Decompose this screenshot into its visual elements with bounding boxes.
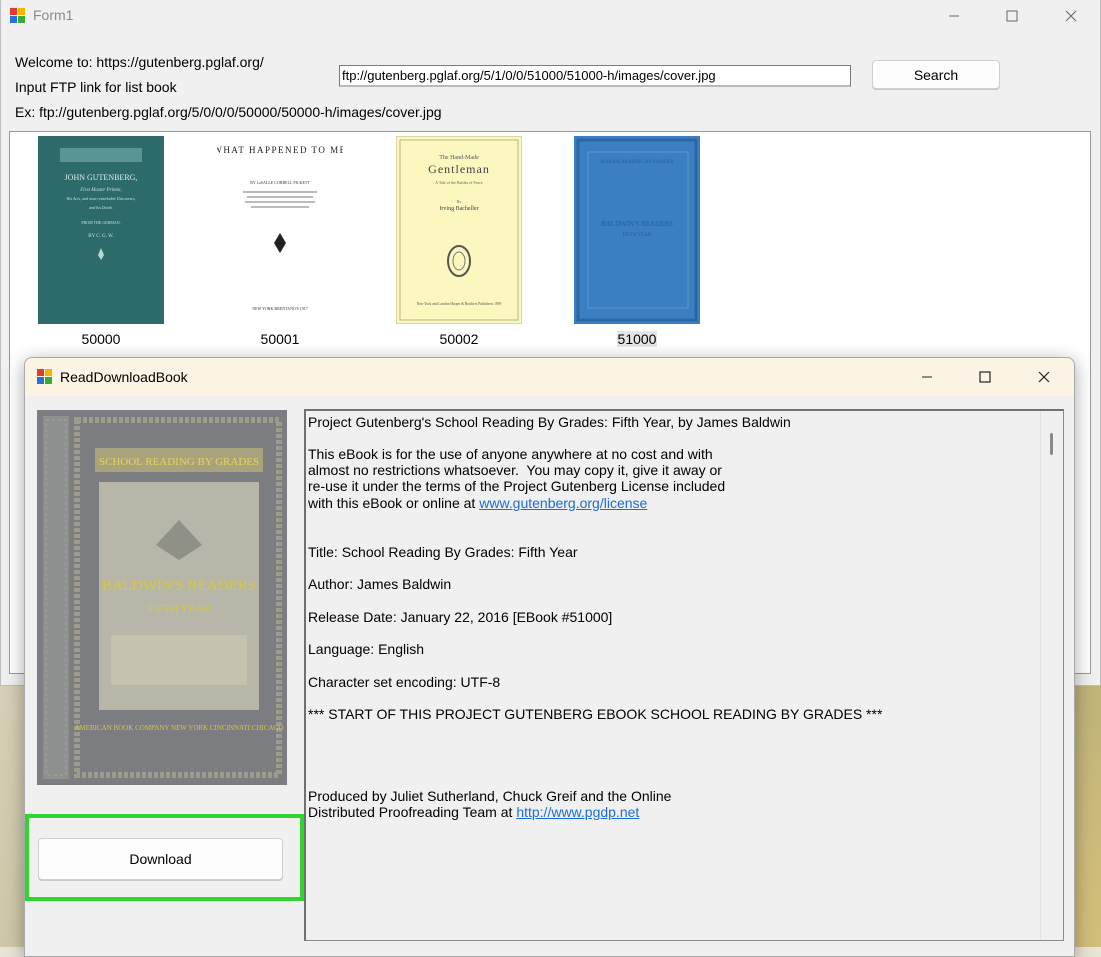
minimize-icon <box>922 376 932 378</box>
cover-text: FIFTH YEAR <box>623 233 652 238</box>
text-line: Author: James Baldwin <box>308 576 452 592</box>
text-line: This eBook is for the use of anyone anyw… <box>308 446 713 462</box>
pgdp-link[interactable]: http://www.pgdp.net <box>516 804 639 820</box>
book-id-label: 50000 <box>81 331 121 347</box>
cover-text: SCHOOL READING BY GRADES <box>601 160 674 165</box>
close-icon <box>1038 371 1050 383</box>
list-item[interactable]: SCHOOL READING BY GRADES BALDWIN'S READE… <box>574 136 700 347</box>
reader-title-bar[interactable]: ReadDownloadBook <box>25 358 1074 396</box>
app-icon <box>37 369 53 385</box>
close-button[interactable] <box>1048 0 1094 32</box>
cover-text: FROM THE GERMAN. <box>81 220 120 225</box>
license-link[interactable]: www.gutenberg.org/license <box>479 495 647 511</box>
text-line: re-use it under the terms of the Project… <box>308 478 726 494</box>
cover-text: NEW YORK BRENTANO'S 1917 <box>252 306 308 311</box>
reader-title: ReadDownloadBook <box>60 369 188 385</box>
cover-text: SCHOOL READING BY GRADES <box>99 456 259 468</box>
cover-text: First Master Printer, <box>79 188 122 193</box>
minimize-icon <box>949 15 959 17</box>
maximize-icon <box>979 371 991 383</box>
scrollbar-thumb[interactable] <box>1050 433 1053 455</box>
maximize-icon <box>1006 10 1018 22</box>
text-segment: Distributed Proofreading Team at <box>308 804 517 820</box>
text-line: with this eBook or online at www.gutenbe… <box>308 495 647 511</box>
welcome-label: Welcome to: https://gutenberg.pglaf.org/ <box>15 54 264 70</box>
close-button[interactable] <box>1021 361 1067 393</box>
minimize-button[interactable] <box>931 0 977 32</box>
maximize-button[interactable] <box>989 0 1035 32</box>
book-id-label: 51000 <box>617 331 657 347</box>
vertical-scrollbar[interactable] <box>1040 411 1063 940</box>
cover-text: AMERICAN BOOK COMPANY NEW YORK CINCINNAT… <box>74 724 283 732</box>
text-line: Produced by Juliet Sutherland, Chuck Gre… <box>308 788 672 804</box>
cover-text: JOHN GUTENBERG, <box>65 173 138 182</box>
read-download-book-window: ReadDownloadBook SCHOOL READING BY GRADE… <box>24 357 1075 957</box>
text-line: Release Date: January 22, 2016 [EBook #5… <box>308 609 613 625</box>
search-button[interactable]: Search <box>872 60 1000 89</box>
cover-text: BY LaSALLE CORBELL PICKETT <box>250 180 310 185</box>
app-icon <box>10 8 26 24</box>
download-button[interactable]: Download <box>38 838 283 880</box>
text-line: Project Gutenberg's School Reading By Gr… <box>308 414 791 430</box>
text-line: Distributed Proofreading Team at http://… <box>308 804 639 820</box>
cover-text: FIFTH YEAR <box>148 603 212 615</box>
cover-text: A Tale of the Battles of Peace <box>435 180 483 185</box>
form1-title: Form1 <box>33 7 74 23</box>
cover-text: The Hand-Made <box>439 155 479 161</box>
cover-text: and his Death. <box>89 205 112 210</box>
text-line: Language: English <box>308 641 424 657</box>
book-cover-image: SCHOOL READING BY GRADES BALDWIN'S READE… <box>37 410 287 785</box>
cover-text: WHAT HAPPENED TO ME <box>217 145 343 155</box>
cover-text: BALDWIN'S READERS <box>102 578 256 594</box>
book-cover[interactable]: The Hand-Made Gentleman A Tale of the Ba… <box>396 136 522 324</box>
list-item[interactable]: JOHN GUTENBERG, First Master Printer, Hi… <box>38 136 164 347</box>
cover-text: New York and London Harper & Brothers Pu… <box>417 302 502 306</box>
book-cover[interactable]: JOHN GUTENBERG, First Master Printer, Hi… <box>38 136 164 324</box>
input-ftp-label: Input FTP link for list book <box>15 79 177 95</box>
form1-title-bar[interactable]: Form1 <box>1 0 1100 32</box>
text-line: Title: School Reading By Grades: Fifth Y… <box>308 544 578 560</box>
book-id-label: 50001 <box>260 331 300 347</box>
maximize-button[interactable] <box>962 361 1008 393</box>
cover-text: Gentleman <box>428 162 490 176</box>
cover-text: BY C. G. W. <box>88 234 113 239</box>
text-line: almost no restrictions whatsoever. You m… <box>308 462 722 478</box>
text-line: *** START OF THIS PROJECT GUTENBERG EBOO… <box>308 706 883 722</box>
book-cover[interactable]: WHAT HAPPENED TO ME BY LaSALLE CORBELL P… <box>217 136 343 324</box>
close-icon <box>1065 10 1077 22</box>
cover-text: By <box>457 199 462 204</box>
book-text-box[interactable]: Project Gutenberg's School Reading By Gr… <box>304 409 1064 941</box>
book-cover[interactable]: SCHOOL READING BY GRADES BALDWIN'S READE… <box>574 136 700 324</box>
list-item[interactable]: WHAT HAPPENED TO ME BY LaSALLE CORBELL P… <box>217 136 343 347</box>
example-label: Ex: ftp://gutenberg.pglaf.org/5/0/0/0/50… <box>15 104 442 120</box>
list-item[interactable]: The Hand-Made Gentleman A Tale of the Ba… <box>396 136 522 347</box>
ftp-link-input[interactable] <box>339 65 851 87</box>
cover-text: Irving Bacheller <box>439 206 478 212</box>
text-segment: with this eBook or online at <box>308 495 480 511</box>
cover-text: BALDWIN'S READERS <box>601 220 673 228</box>
text-line: Character set encoding: UTF-8 <box>308 674 501 690</box>
book-id-label: 50002 <box>439 331 479 347</box>
minimize-button[interactable] <box>904 361 950 393</box>
cover-text: His Acts, and most remarkable Discourses… <box>66 196 136 202</box>
